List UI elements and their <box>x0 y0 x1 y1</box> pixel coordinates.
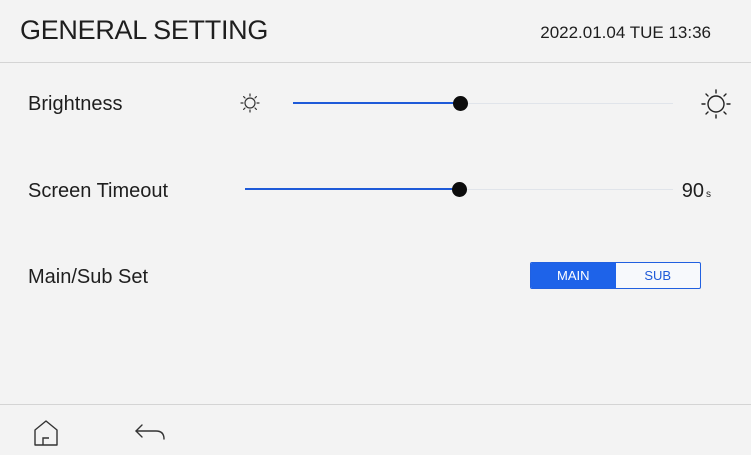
sun-small-icon <box>240 93 260 113</box>
main-sub-set-label: Main/Sub Set <box>28 266 149 288</box>
screen-timeout-label: Screen Timeout <box>28 180 169 202</box>
back-arrow-icon[interactable] <box>134 421 166 445</box>
page-title: GENERAL SETTING <box>20 15 269 45</box>
screen-timeout-slider[interactable] <box>245 180 673 200</box>
header-bar: GENERAL SETTING 2022.01.04 TUE 13:36 <box>0 0 751 63</box>
screen-timeout-unit: s <box>706 189 711 200</box>
main-option-button[interactable]: MAIN <box>531 263 616 288</box>
screen-timeout-slider-thumb[interactable] <box>452 182 467 197</box>
brightness-slider-thumb[interactable] <box>453 96 468 111</box>
brightness-slider-fill <box>293 102 460 104</box>
brightness-slider[interactable] <box>293 94 673 114</box>
brightness-label: Brightness <box>28 93 123 115</box>
home-icon[interactable] <box>32 418 60 448</box>
screen-timeout-slider-fill <box>245 188 459 190</box>
sun-large-icon <box>701 89 731 119</box>
main-sub-toggle[interactable]: MAIN SUB <box>530 262 701 289</box>
footer-bar <box>0 404 751 455</box>
sub-option-button[interactable]: SUB <box>616 263 701 288</box>
screen-timeout-value: 90 s <box>682 180 711 203</box>
screen-timeout-number: 90 <box>681 180 704 202</box>
datetime-display: 2022.01.04 TUE 13:36 <box>540 23 711 42</box>
